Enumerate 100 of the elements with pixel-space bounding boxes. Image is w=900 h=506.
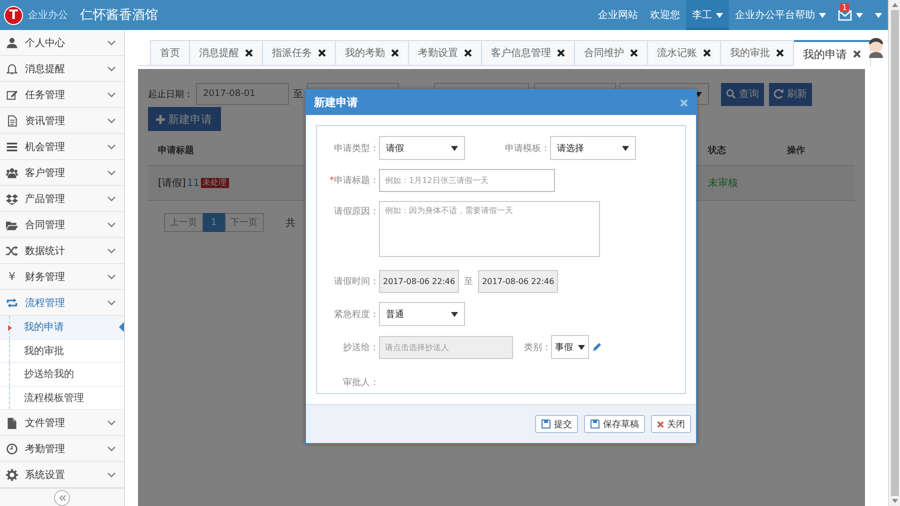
refresh-icon <box>774 89 784 99</box>
column-header: 操作 <box>787 146 805 156</box>
dialog-button[interactable]: 关闭 <box>651 415 691 433</box>
scroll-down-icon[interactable] <box>892 499 898 503</box>
sidebar-item[interactable]: 数据统计 <box>0 238 124 264</box>
caret-icon <box>716 12 723 18</box>
collapse-button[interactable] <box>54 490 70 506</box>
tab[interactable]: 客户信息管理 <box>482 40 575 65</box>
chevron-icon <box>107 92 116 98</box>
status-text: 未审核 <box>708 178 738 189</box>
chevron-icon <box>107 420 116 426</box>
app-title: 仁怀酱香酒馆 <box>80 7 158 24</box>
field-label: 紧急程度： <box>333 308 379 320</box>
close-icon[interactable] <box>630 49 638 57</box>
nav-link[interactable]: 企业网站 <box>592 0 644 30</box>
tab[interactable]: 指派任务 <box>263 40 336 65</box>
caret-icon <box>819 12 826 18</box>
tab[interactable]: 合同维护 <box>575 40 648 65</box>
nav-link[interactable]: 欢迎您 <box>644 0 686 30</box>
chevron-icon <box>107 248 116 254</box>
scrollbar[interactable] <box>888 0 900 506</box>
template-select[interactable]: 请选择 <box>550 136 636 160</box>
request-type: [请假] <box>158 176 186 190</box>
sidebar-item[interactable]: ¥ 财务管理 <box>0 264 124 290</box>
sidebar-item[interactable]: 系统设置 <box>0 462 124 488</box>
chevron-icon <box>107 446 116 452</box>
field-label: 抄送给： <box>342 342 379 354</box>
reason-field[interactable]: 例如：因为身体不适，需要请假一天 <box>379 201 600 257</box>
range-separator: 至 <box>293 88 303 101</box>
sidebar-item[interactable]: 机会管理 <box>0 134 124 160</box>
chevron-icon <box>107 472 116 478</box>
logo: T <box>4 6 23 24</box>
close-icon[interactable] <box>245 49 253 57</box>
sidebar-item[interactable]: 文件管理 <box>0 410 124 436</box>
close-icon[interactable] <box>391 49 399 57</box>
sidebar-item[interactable]: 客户管理 <box>0 160 124 186</box>
tab[interactable]: 我的考勤 <box>336 40 409 65</box>
date-label: 起止日期： <box>148 88 193 100</box>
title-field[interactable]: 例如：1月12日张三请假一天 <box>379 169 555 192</box>
double-chevron-icon <box>58 494 66 500</box>
dialog-button[interactable]: 提交 <box>535 415 578 433</box>
field-label: *申请标题： <box>328 174 379 187</box>
chevron-icon <box>107 66 116 72</box>
sidebar-item[interactable]: 考勤管理 <box>0 436 124 462</box>
close-icon[interactable] <box>557 49 565 57</box>
box-icon <box>6 192 18 204</box>
tab[interactable]: 首页 <box>150 40 190 65</box>
sidebar-item[interactable]: 合同管理 <box>0 212 124 238</box>
avatar-icon[interactable] <box>866 36 886 58</box>
chevron-icon <box>107 118 116 124</box>
field-label: 请假时间： <box>333 276 379 288</box>
tab[interactable]: 我的申请 <box>794 40 871 66</box>
folder-icon <box>6 218 18 230</box>
pencil-icon[interactable] <box>592 342 602 352</box>
list-icon <box>6 140 18 152</box>
chevron-icon <box>107 170 116 176</box>
tab[interactable]: 我的审批 <box>721 40 794 65</box>
save-icon <box>590 419 600 429</box>
nav-link[interactable]: 企业办公平台帮助 <box>729 0 832 30</box>
date-field[interactable]: 2017-08-01 <box>196 83 289 105</box>
plus-icon <box>156 114 165 124</box>
close-icon[interactable] <box>318 49 326 57</box>
close-icon[interactable] <box>776 49 784 57</box>
sidebar-item[interactable]: 资讯管理 <box>0 108 124 134</box>
caret-icon <box>875 12 882 18</box>
dialog-button[interactable]: 保存草稿 <box>584 415 645 433</box>
sidebar-subitem[interactable]: 流程模板管理 <box>0 386 124 410</box>
close-icon[interactable] <box>703 49 711 57</box>
sidebar-subitem[interactable]: 抄送给我的 <box>0 363 124 386</box>
yen-icon: ¥ <box>6 270 18 283</box>
sidebar-subitem[interactable]: 我的审批 <box>0 340 124 363</box>
sidebar-subitem[interactable]: 我的申请 <box>0 316 124 340</box>
sidebar-item[interactable]: 任务管理 <box>0 82 124 108</box>
caret-icon <box>578 344 585 350</box>
sidebar-item[interactable]: 产品管理 <box>0 186 124 212</box>
start-time-field[interactable]: 2017-08-06 22:46 <box>379 270 460 293</box>
end-time-field[interactable]: 2017-08-06 22:46 <box>478 270 558 293</box>
total-count: 共 <box>286 216 296 230</box>
caret-icon <box>622 146 629 150</box>
tab[interactable]: 流水记账 <box>648 40 721 65</box>
sidebar-item[interactable]: 消息提醒 <box>0 56 124 82</box>
chevron-icon <box>107 300 116 306</box>
edit-icon <box>6 88 18 100</box>
urgency-select[interactable]: 普通 <box>379 302 465 326</box>
tab[interactable]: 消息提醒 <box>190 40 263 65</box>
nav-link[interactable]: 李工 <box>686 0 729 30</box>
notification-badge: 1 <box>840 3 850 12</box>
scroll-up-icon[interactable] <box>892 3 898 7</box>
close-icon[interactable] <box>464 49 472 57</box>
type-select[interactable]: 请假 <box>379 136 465 160</box>
category-select[interactable]: 事假 <box>551 335 589 359</box>
tab[interactable]: 考勤设置 <box>409 40 482 65</box>
mail-button[interactable]: 1 <box>832 0 869 30</box>
sidebar-item[interactable]: 个人中心 <box>0 30 124 56</box>
field-label: 审批人： <box>342 376 379 389</box>
caret-icon <box>856 12 863 18</box>
close-icon[interactable] <box>853 50 861 58</box>
document-icon <box>6 114 18 126</box>
caret-icon <box>451 146 458 150</box>
cc-field[interactable]: 请点击选择抄送人 <box>379 336 513 358</box>
